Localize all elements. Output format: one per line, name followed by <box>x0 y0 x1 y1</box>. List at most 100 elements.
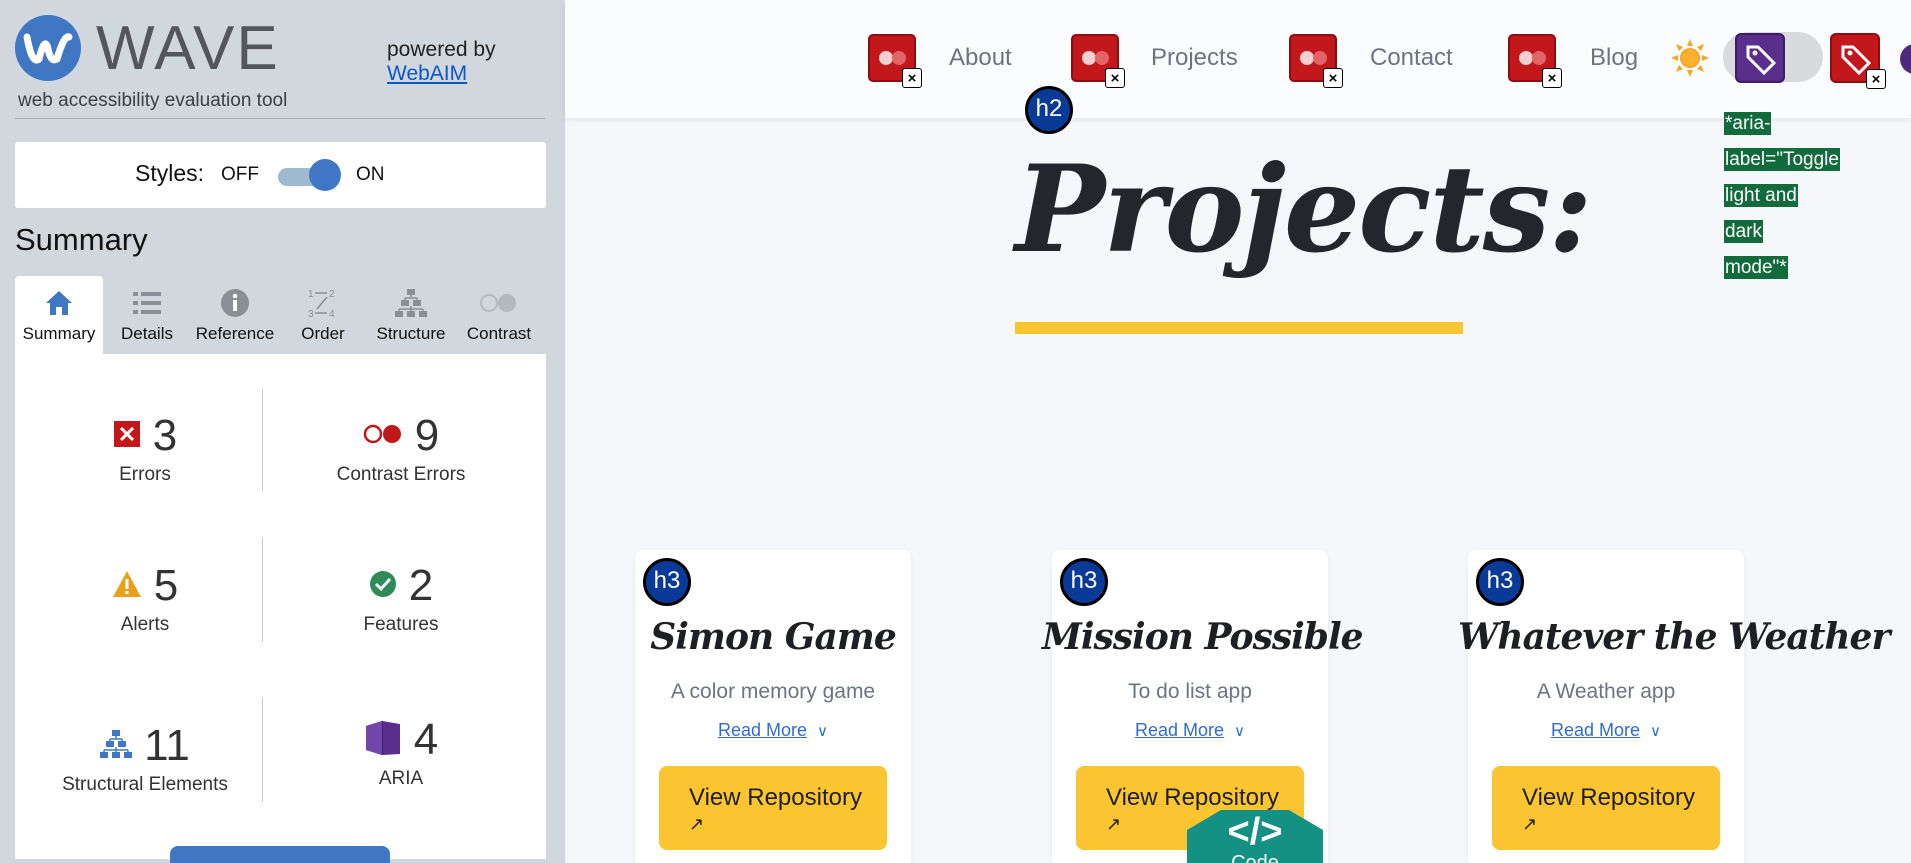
site-navbar: × About × Projects × Contact × Blog × <box>565 0 1911 118</box>
contrast-icon <box>455 286 543 320</box>
alerts-label: Alerts <box>120 614 170 635</box>
structure-icon <box>367 286 455 320</box>
tab-reference[interactable]: Reference <box>191 276 279 354</box>
wave-logo-icon <box>15 15 81 81</box>
structure-icon <box>100 729 133 764</box>
external-arrow-icon: ↗ <box>1522 814 1538 834</box>
card-title: Simon Game <box>650 616 897 658</box>
tab-details[interactable]: Details <box>103 276 191 354</box>
contrast-errors-count: 9 <box>414 411 440 460</box>
errors-count: 3 <box>152 411 178 460</box>
webaim-link[interactable]: WebAIM <box>387 62 496 86</box>
structural-label: Structural Elements <box>62 774 228 795</box>
card-subtitle: A color memory game <box>670 680 876 703</box>
tab-label: Order <box>301 324 345 343</box>
sun-icon[interactable] <box>1670 38 1710 78</box>
order-icon: 1 2 3 4 <box>279 286 367 320</box>
nav-about[interactable]: About <box>949 44 1012 72</box>
empty-link-error-icon[interactable]: × <box>1289 34 1343 88</box>
tab-summary[interactable]: Summary <box>15 276 103 354</box>
view-details-button[interactable] <box>170 846 390 863</box>
aria-stat[interactable]: 4 ARIA <box>281 716 521 790</box>
powered-by-label: powered by <box>387 38 496 61</box>
styles-on-label: ON <box>356 164 385 185</box>
styles-toggle-panel: Styles: OFF ON <box>15 142 546 208</box>
structural-stat[interactable]: 11 Structural Elements <box>25 722 265 796</box>
contrast-errors-label: Contrast Errors <box>336 464 466 485</box>
home-icon <box>15 286 103 320</box>
h3-badge[interactable]: h3 <box>1476 558 1524 606</box>
project-card: h3 Simon Game A color memory game Read M… <box>635 550 911 863</box>
card-title: Whatever the Weather <box>1458 616 1890 658</box>
avatar[interactable] <box>1900 44 1911 74</box>
button-label: View Repository <box>1106 784 1279 811</box>
tab-label: Contrast <box>466 324 532 343</box>
button-label: View Repository <box>689 784 862 811</box>
title-underline <box>1015 322 1463 334</box>
aria-label: ARIA <box>378 768 424 789</box>
h2-badge[interactable]: h2 <box>1025 86 1073 134</box>
empty-link-error-icon[interactable]: × <box>868 34 922 88</box>
read-more-link[interactable]: Read More <box>1135 720 1224 740</box>
aria-note-line: light and <box>1724 184 1798 207</box>
tab-structure[interactable]: Structure <box>367 276 455 354</box>
h3-badge[interactable]: h3 <box>643 558 691 606</box>
screen: WAVE web accessibility evaluation tool p… <box>0 0 1911 863</box>
features-label: Features <box>363 614 439 635</box>
tab-label: Structure <box>376 324 446 343</box>
read-more-link[interactable]: Read More <box>1551 720 1640 740</box>
button-label: View Repository <box>1522 784 1695 811</box>
nav-projects[interactable]: Projects <box>1151 44 1238 72</box>
powered-by: powered by WebAIM <box>387 38 496 86</box>
aria-note-line: dark <box>1724 220 1763 243</box>
empty-link-error-icon[interactable]: × <box>1508 34 1562 88</box>
tab-label: Summary <box>22 324 96 343</box>
alerts-count: 5 <box>153 561 179 610</box>
styles-toggle-knob[interactable] <box>309 159 341 191</box>
info-icon <box>191 286 279 320</box>
tab-label: Details <box>121 324 173 343</box>
chevron-down-icon: ∨ <box>1650 723 1662 740</box>
aria-tag-icon[interactable] <box>1735 33 1785 83</box>
view-repository-button[interactable]: View Repository ↗ <box>1492 766 1720 850</box>
view-repository-button[interactable]: View Repository ↗ <box>659 766 887 850</box>
aria-note-line: label="Toggle <box>1724 148 1840 171</box>
nav-contact[interactable]: Contact <box>1370 44 1453 72</box>
svg-text:2: 2 <box>329 289 335 300</box>
read-more[interactable]: Read More ∨ <box>1468 720 1744 741</box>
svg-text:1: 1 <box>308 289 314 300</box>
errors-stat[interactable]: 3 Errors <box>25 412 265 486</box>
evaluated-page: × About × Projects × Contact × Blog × *a… <box>565 0 1911 863</box>
contrast-errors-stat[interactable]: 9 Contrast Errors <box>281 412 521 486</box>
features-stat[interactable]: 2 Features <box>281 562 521 636</box>
features-count: 2 <box>408 561 434 610</box>
card-title: Mission Possible <box>1042 616 1364 658</box>
card-subtitle: To do list app <box>1128 680 1252 703</box>
aria-count: 4 <box>413 715 439 764</box>
svg-text:4: 4 <box>329 309 335 319</box>
aria-note-line: *aria- <box>1724 112 1772 135</box>
structural-count: 11 <box>144 721 190 770</box>
read-more-link[interactable]: Read More <box>718 720 807 740</box>
empty-link-error-icon[interactable]: × <box>1071 34 1125 88</box>
contrast-error-icon <box>363 423 403 450</box>
read-more[interactable]: Read More ∨ <box>1052 720 1328 741</box>
tab-contrast[interactable]: Contrast <box>455 276 543 354</box>
read-more[interactable]: Read More ∨ <box>635 720 911 741</box>
wave-wordmark: WAVE <box>96 14 280 83</box>
feature-check-icon <box>369 570 397 603</box>
divider <box>15 118 545 119</box>
styles-label: Styles: <box>135 160 205 186</box>
aria-icon <box>364 720 402 761</box>
h3-badge[interactable]: h3 <box>1060 558 1108 606</box>
aria-note-line: mode"* <box>1724 256 1788 279</box>
wave-sidebar: WAVE web accessibility evaluation tool p… <box>0 0 565 863</box>
tab-order[interactable]: 1 2 3 4 Order <box>279 276 367 354</box>
nav-blog[interactable]: Blog <box>1590 44 1638 72</box>
error-icon <box>113 420 141 453</box>
alerts-stat[interactable]: 5 Alerts <box>25 562 265 636</box>
alert-tag-icon[interactable]: × <box>1830 33 1886 89</box>
alert-icon <box>112 570 142 603</box>
aria-label-annotation: *aria- label="Toggle light and dark mode… <box>1724 106 1864 286</box>
external-arrow-icon: ↗ <box>689 814 705 834</box>
